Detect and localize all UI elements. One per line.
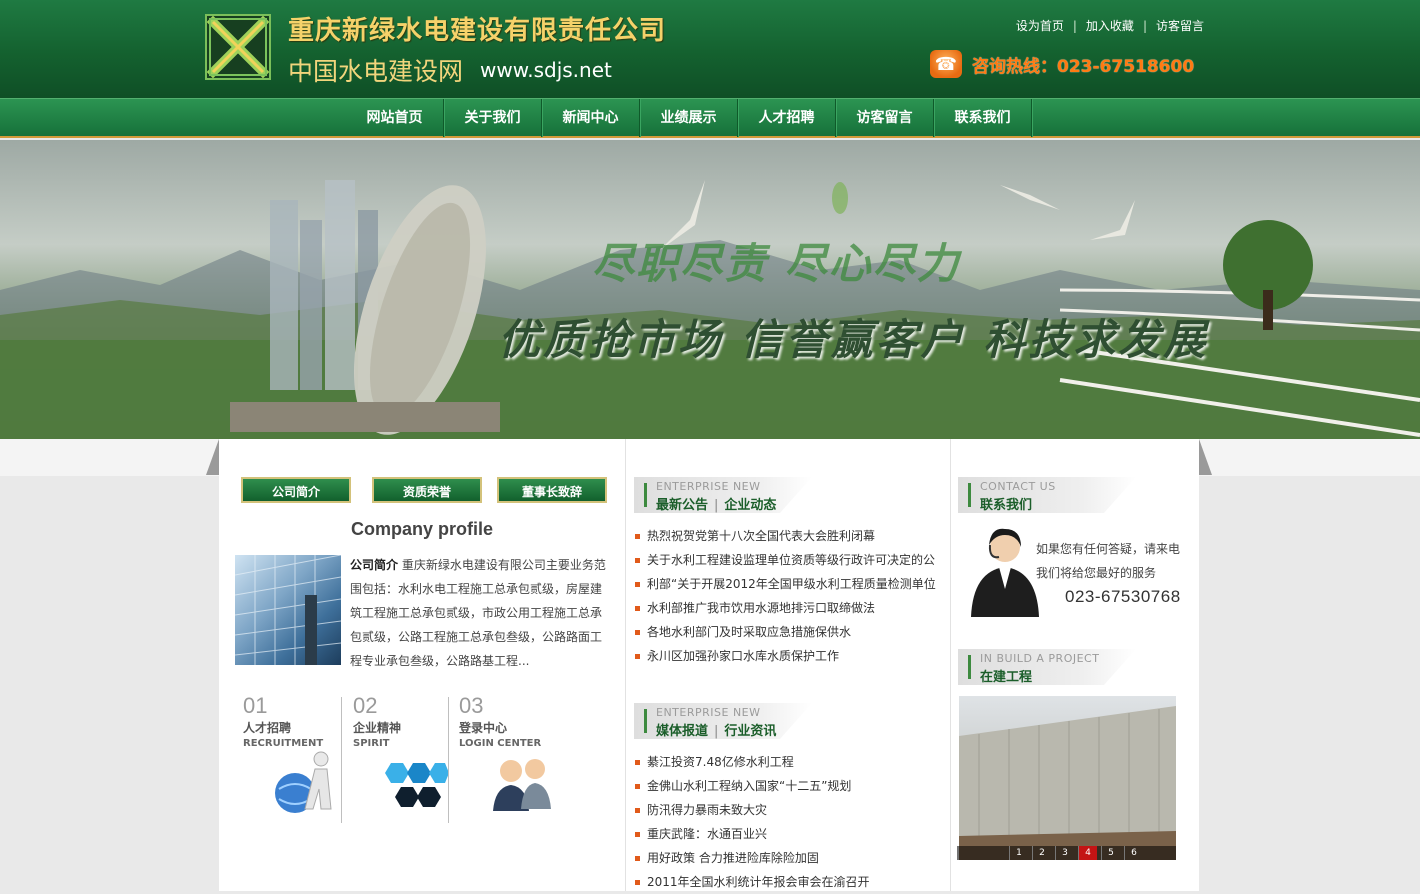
content-wing-right [1199,439,1212,475]
list-item[interactable]: 热烈祝贺党第十八次全国代表大会胜利闭幕 [635,524,939,548]
intro-body: 重庆新绿水电建设有限公司主要业务范围包括：水利水电工程施工总承包贰级，房屋建筑工… [350,558,606,668]
banner-slogan-main: 优质抢市场 信誉赢客户 科技求发展 [498,315,1209,364]
pager-page-2[interactable]: 2 [1032,846,1051,860]
main-nav: 网站首页 关于我们 新闻中心 业绩展示 人才招聘 访客留言 联系我们 [0,98,1420,138]
site-url: www.sdjs.net [480,58,612,82]
quick-link-login[interactable]: 03 登录中心 LOGIN CENTER [459,693,551,821]
pager-page-4[interactable]: 4 [1078,846,1097,860]
pager-page-3[interactable]: 3 [1055,846,1074,860]
list-item[interactable]: 防汛得力暴雨未致大灾 [635,798,939,822]
nav-item-projects[interactable]: 业绩展示 [640,99,738,137]
list-item[interactable]: 各地水利部门及时采取应急措施保供水 [635,620,939,644]
media-section-header: ENTERPRISE NEW 媒体报道 | 行业资讯 [634,703,834,741]
list-item[interactable]: 2011年全国水利统计年报会审会在渝召开 [635,870,939,894]
nav-item-home[interactable]: 网站首页 [346,99,444,137]
hero-banner: 尽职尽责 尽心尽力 优质抢市场 信誉赢客户 科技求发展 [0,140,1420,439]
list-item[interactable]: 金佛山水利工程纳入国家“十二五”规划 [635,774,939,798]
tab-qualifications[interactable]: 资质荣誉 [372,477,482,503]
main-content: 公司简介 资质荣誉 董事长致辞 Company profile 公司简介 重庆新… [219,439,1199,891]
contact-text: 如果您有任何答疑，请来电我们将给您最好的服务 [1036,542,1181,580]
contact-section-header: CONTACT US 联系我们 [958,477,1158,515]
phone-icon: ☎ [930,50,962,78]
list-item[interactable]: 重庆武隆：水通百业兴 [635,822,939,846]
news-list: 热烈祝贺党第十八次全国代表大会胜利闭幕 关于水利工程建设监理单位资质等级行政许可… [635,524,939,668]
hexagon-cluster-icon [385,763,449,807]
pager-page-1[interactable]: 1 [1009,846,1028,860]
contact-box: 如果您有任何答疑，请来电我们将给您最好的服务 023-67530768 [963,519,1181,619]
list-item[interactable]: 利部“关于开展2012年全国甲级水利工程质量检测单位 [635,572,939,596]
intro-label: 公司简介 [350,558,399,572]
contact-phone: 023-67530768 [1065,587,1181,606]
nav-item-jobs[interactable]: 人才招聘 [738,99,836,137]
quick-links: 01 人才招聘 RECRUITMENT 02 企业精神 SPIRIT 03 登录… [235,693,619,823]
column-divider [625,439,626,891]
top-links: 设为首页 | 加入收藏 | 访客留言 [1015,19,1204,33]
logo-x-icon [206,15,270,79]
add-favorite-link[interactable]: 加入收藏 [1086,19,1134,33]
tab-media-reports[interactable]: 媒体报道 [656,724,708,739]
project-section-header: IN BUILD A PROJECT 在建工程 [958,649,1158,687]
hotline-text: 咨询热线：023-67518600 [972,56,1195,77]
nav-item-news[interactable]: 新闻中心 [542,99,640,137]
news-section-header: ENTERPRISE NEW 最新公告 | 企业动态 [634,477,834,515]
pager-page-6[interactable]: 6 [1124,846,1143,860]
site-header: 重庆新绿水电建设有限责任公司 中国水电建设网 www.sdjs.net 设为首页… [0,0,1420,98]
column-divider [950,439,951,891]
nav-item-contact[interactable]: 联系我们 [934,99,1032,137]
profile-heading: Company profile [351,519,494,539]
project-pager: 1 2 3 4 5 6 [957,846,1176,860]
site-name: 中国水电建设网 [288,57,464,86]
set-homepage-link[interactable]: 设为首页 [1016,19,1064,33]
list-item[interactable]: 永川区加强孙家口水库水质保护工作 [635,644,939,668]
banner-slogan-top: 尽职尽责 尽心尽力 [592,239,961,288]
users-icon [493,759,551,811]
globe-person-icon [275,751,332,813]
tab-latest-notices[interactable]: 最新公告 [656,498,708,513]
tab-company-intro[interactable]: 公司简介 [241,477,351,503]
tab-industry-info[interactable]: 行业资讯 [724,724,776,739]
list-item[interactable]: 水利部推广我市饮用水源地排污口取缔做法 [635,596,939,620]
quick-link-recruitment[interactable]: 01 人才招聘 RECRUITMENT [243,693,332,821]
quick-link-spirit[interactable]: 02 企业精神 SPIRIT [353,693,449,821]
company-logo[interactable] [205,14,271,80]
customer-service-agent-icon [971,528,1039,617]
list-item[interactable]: 綦江投资7.48亿修水利工程 [635,750,939,774]
list-item[interactable]: 关于水利工程建设监理单位资质等级行政许可决定的公 [635,548,939,572]
company-intro-text: 公司简介 重庆新绿水电建设有限公司主要业务范围包括：水利水电工程施工总承包贰级，… [350,553,610,673]
pager-page-5[interactable]: 5 [1101,846,1120,860]
list-item[interactable]: 用好政策 合力推进险库除险加固 [635,846,939,870]
tab-company-news[interactable]: 企业动态 [724,498,776,513]
nav-item-about[interactable]: 关于我们 [444,99,542,137]
company-name: 重庆新绿水电建设有限责任公司 [288,16,667,46]
hotline: ☎ 咨询热线：023-67518600 [930,50,1194,78]
nav-item-guestbook[interactable]: 访客留言 [836,99,934,137]
guestbook-link[interactable]: 访客留言 [1156,19,1204,33]
project-slideshow-image[interactable] [959,696,1176,860]
media-list: 綦江投资7.48亿修水利工程 金佛山水利工程纳入国家“十二五”规划 防汛得力暴雨… [635,750,939,894]
content-wing-left [206,439,219,475]
building-image [235,555,341,665]
tab-chairman-speech[interactable]: 董事长致辞 [497,477,607,503]
